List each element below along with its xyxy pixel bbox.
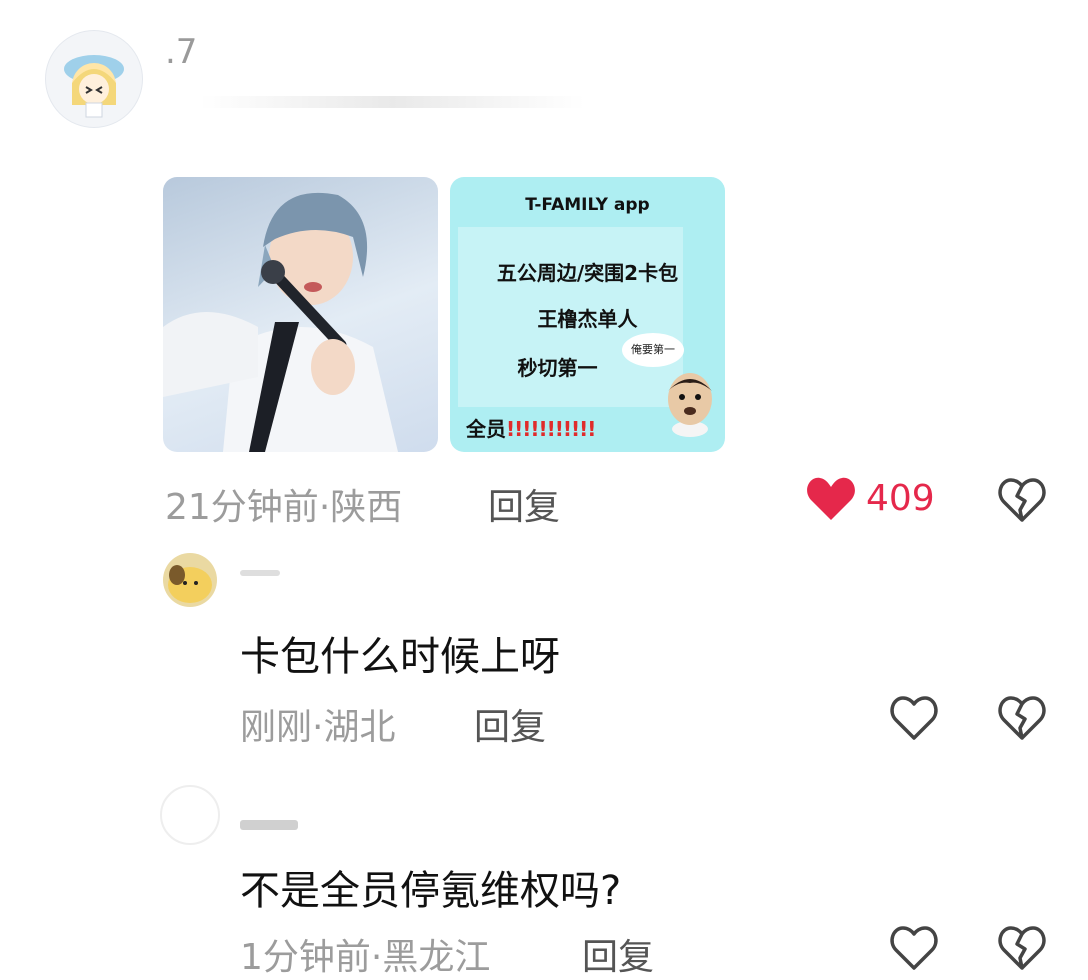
avatar[interactable] <box>45 30 143 128</box>
meta-separator: · <box>370 937 383 978</box>
like-button[interactable]: 409 <box>806 474 946 526</box>
avatar-illustration <box>168 565 212 603</box>
person-photo <box>163 192 398 452</box>
card-line-2: 王橹杰单人 <box>537 307 638 331</box>
blurred-username <box>240 570 280 576</box>
avatar-illustration <box>64 55 124 118</box>
comment-location: 黑龙江 <box>382 937 491 978</box>
comment-meta: 刚刚·湖北 <box>240 698 395 750</box>
comment-screenshot[interactable]: T-FAMILY app 五公周边/突围2卡包 王橹杰单人 秒切第一 俺要第一 … <box>450 177 725 452</box>
avatar[interactable] <box>160 785 220 845</box>
sticker-character <box>668 373 712 437</box>
meta-separator: · <box>312 707 324 748</box>
meta-separator: · <box>318 487 331 528</box>
card-footer: 全员!!!!!!!!!!! <box>466 413 596 442</box>
heart-outline-icon[interactable] <box>888 922 940 974</box>
comment-username[interactable]: .7 <box>165 32 197 72</box>
heart-outline-icon[interactable] <box>888 692 940 744</box>
card-app-title: T-FAMILY app <box>525 195 650 215</box>
heart-filled-icon <box>807 477 855 520</box>
comment-time: 21分钟前 <box>165 487 319 528</box>
like-count: 409 <box>866 478 935 519</box>
comment-time: 刚刚 <box>240 707 313 748</box>
comment-text: 不是全员停氪维权吗? <box>240 868 622 914</box>
comment-photo[interactable] <box>163 177 438 452</box>
speech-bubble: 俺要第一 <box>622 333 684 367</box>
dislike-broken-heart-icon[interactable] <box>996 692 1048 744</box>
comment-location: 湖北 <box>323 707 396 748</box>
comment-meta: 1分钟前·黑龙江 <box>240 928 490 980</box>
speech-bubble-text: 俺要第一 <box>631 343 675 356</box>
comment-time: 1分钟前 <box>240 937 371 978</box>
blurred-comment-text <box>200 96 585 108</box>
comment-location: 陕西 <box>330 487 403 528</box>
comment-meta: 21分钟前·陕西 <box>165 478 402 530</box>
dislike-broken-heart-icon[interactable] <box>996 474 1048 526</box>
reply-button[interactable]: 回复 <box>474 698 546 750</box>
dislike-broken-heart-icon[interactable] <box>996 922 1048 974</box>
reply-button[interactable]: 回复 <box>582 928 654 980</box>
card-line-1: 五公周边/突围2卡包 <box>496 261 679 285</box>
blurred-username <box>240 820 298 830</box>
card-footer-label: 全员 <box>466 417 506 441</box>
comment-text: 卡包什么时候上呀 <box>240 634 560 680</box>
reply-button[interactable]: 回复 <box>488 478 560 530</box>
avatar[interactable] <box>163 553 217 607</box>
exclamation-marks: !!!!!!!!!!! <box>506 417 596 441</box>
